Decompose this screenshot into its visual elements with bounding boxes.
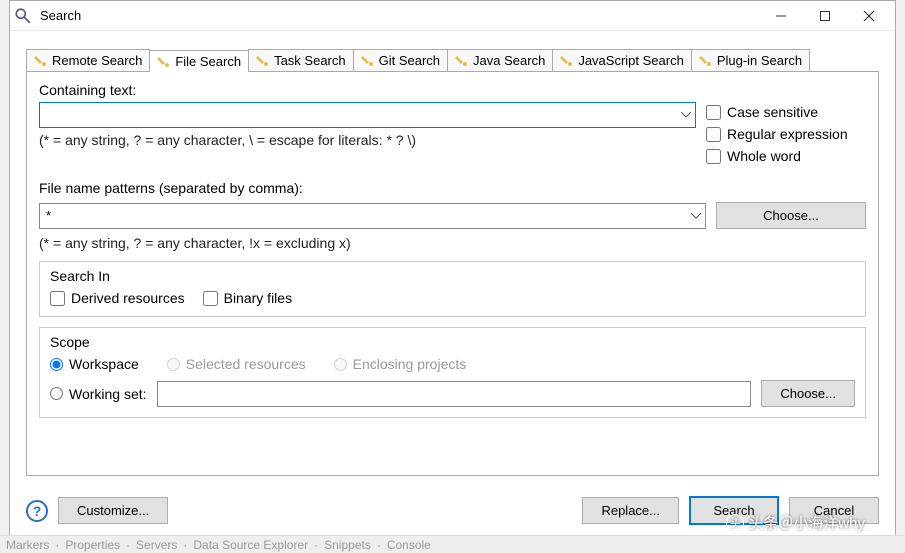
patterns-label: File name patterns (separated by comma): [39, 180, 866, 196]
statusbar-snippets[interactable]: Snippets [324, 538, 371, 552]
chevron-down-icon [681, 112, 691, 118]
search-in-legend: Search In [50, 268, 855, 284]
flashlight-icon [361, 54, 375, 68]
derived-resources-check[interactable]: Derived resources [50, 290, 185, 306]
containing-text-dropdown[interactable] [677, 112, 695, 118]
patterns-combo [39, 203, 706, 229]
scope-group: Scope Workspace Selected resources Enclo… [39, 327, 866, 418]
working-set-choose-button[interactable]: Choose... [761, 380, 855, 407]
scope-enclosing-radio[interactable]: Enclosing projects [334, 356, 467, 372]
flashlight-icon [34, 54, 48, 68]
scope-workspace-radio[interactable]: Workspace [50, 356, 139, 372]
dialog-footer: ? Customize... Replace... Search Cancel [10, 486, 895, 539]
replace-button[interactable]: Replace... [582, 497, 679, 524]
window-title: Search [40, 8, 759, 23]
scope-legend: Scope [50, 334, 855, 350]
tab-javascript-search[interactable]: JavaScript Search [552, 49, 692, 71]
tab-file-search[interactable]: File Search [149, 50, 249, 72]
statusbar-markers[interactable]: Markers [6, 538, 49, 552]
containing-text-label: Containing text: [39, 82, 696, 98]
search-tabs: Remote Search File Search Task Search Gi… [26, 49, 879, 72]
flashlight-icon [455, 54, 469, 68]
patterns-input[interactable] [40, 204, 687, 228]
flashlight-icon [256, 54, 270, 68]
dialog-content: Remote Search File Search Task Search Gi… [10, 31, 895, 486]
patterns-choose-button[interactable]: Choose... [716, 202, 866, 229]
statusbar-data-source[interactable]: Data Source Explorer [193, 538, 308, 552]
working-set-input[interactable] [157, 381, 752, 407]
regex-check[interactable]: Regular expression [706, 126, 866, 142]
patterns-hint: (* = any string, ? = any character, !x =… [39, 235, 866, 251]
tab-java-search[interactable]: Java Search [447, 49, 553, 71]
minimize-button[interactable] [759, 2, 803, 30]
statusbar-servers[interactable]: Servers [136, 538, 177, 552]
close-button[interactable] [847, 2, 891, 30]
tab-task-search[interactable]: Task Search [248, 49, 354, 71]
search-dialog: Search Remote Search File Search Task Se… [9, 0, 896, 540]
form-area: Containing text: (* = any string, ? = an… [26, 72, 879, 476]
search-button[interactable]: Search [689, 496, 779, 525]
flashlight-icon [157, 55, 171, 69]
titlebar: Search [10, 1, 895, 31]
chevron-down-icon [691, 213, 701, 219]
maximize-button[interactable] [803, 2, 847, 30]
case-sensitive-check[interactable]: Case sensitive [706, 104, 866, 120]
whole-word-check[interactable]: Whole word [706, 148, 866, 164]
statusbar-console[interactable]: Console [387, 538, 431, 552]
tab-plugin-search[interactable]: Plug-in Search [691, 49, 810, 71]
search-in-group: Search In Derived resources Binary files [39, 261, 866, 317]
flashlight-icon [560, 54, 574, 68]
statusbar-properties[interactable]: Properties [65, 538, 120, 552]
patterns-dropdown[interactable] [687, 213, 705, 219]
tab-git-search[interactable]: Git Search [353, 49, 448, 71]
containing-text-hint: (* = any string, ? = any character, \ = … [39, 132, 696, 148]
binary-files-check[interactable]: Binary files [203, 290, 292, 306]
help-icon[interactable]: ? [26, 500, 48, 522]
ide-statusbar: Markers · Properties · Servers · Data So… [0, 535, 905, 553]
tab-remote-search[interactable]: Remote Search [26, 49, 150, 71]
flashlight-icon [699, 54, 713, 68]
scope-selected-radio[interactable]: Selected resources [167, 356, 306, 372]
cancel-button[interactable]: Cancel [789, 497, 879, 524]
customize-button[interactable]: Customize... [58, 497, 168, 524]
scope-working-set-radio[interactable]: Working set: [50, 386, 147, 402]
containing-text-input[interactable] [40, 103, 677, 127]
search-app-icon [14, 7, 32, 25]
containing-text-combo [39, 102, 696, 128]
